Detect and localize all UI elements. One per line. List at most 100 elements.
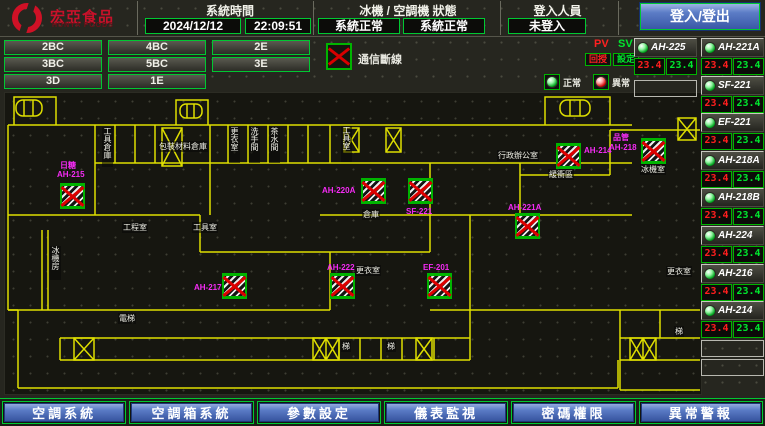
sv-value: 23.4 (666, 58, 697, 75)
nav-button-param-settings[interactable]: 參數設定 (259, 403, 379, 422)
device-label: AH-220A (322, 186, 355, 195)
nav-button-ac-system[interactable]: 空調系統 (4, 403, 124, 422)
device-row-ef-221[interactable]: EF-221 (701, 113, 764, 132)
sv-value: 23.4 (733, 208, 764, 225)
device-name: EF-221 (718, 117, 751, 128)
sv-value: 23.4 (733, 133, 764, 150)
sv-column-label: SV (618, 38, 633, 50)
system-time-label: 系統時間 (150, 2, 310, 19)
room-label: 工具室 (192, 222, 218, 233)
device-row-ah-218b[interactable]: AH-218B (701, 188, 764, 207)
floor-button-3e[interactable]: 3E (212, 57, 310, 72)
abnormal-legend-label: 異常 (612, 76, 630, 89)
pv-value: 23.4 (701, 171, 732, 188)
device-label: AH-222 (327, 263, 355, 272)
login-logout-button[interactable]: 登入/登出 (640, 3, 760, 30)
device-label: AH-218 (609, 143, 637, 152)
comm-loss-icon (326, 43, 352, 70)
pv-value: 23.4 (634, 58, 665, 75)
device-status-led (704, 42, 716, 54)
room-label: 梯 (341, 341, 351, 352)
device-row-ah-214[interactable]: AH-214 (701, 301, 764, 320)
room-label: 緩衝區 (548, 169, 574, 180)
floor-button-2e[interactable]: 2E (212, 40, 310, 55)
floor-button-4bc[interactable]: 4BC (108, 40, 206, 55)
room-label: 更衣室 (355, 265, 381, 276)
ahu-device-icon[interactable] (222, 273, 247, 299)
device-name: AH-216 (718, 268, 752, 279)
ahu-device-icon[interactable] (515, 213, 540, 239)
device-values: 23.4 23.4 (701, 321, 764, 338)
header-divider (618, 1, 619, 35)
device-label: SF-221 (406, 207, 432, 216)
device-label: 品管 (613, 132, 629, 143)
header-divider (313, 1, 314, 35)
ahu-device-icon[interactable] (361, 178, 386, 204)
device-values: 23.4 23.4 (701, 171, 764, 188)
chiller-status-value: 系統正常 (318, 18, 400, 34)
nav-cell: 參數設定 (257, 401, 381, 424)
room-label: 梯 (674, 326, 684, 337)
system-time-value: 22:09:51 (245, 18, 311, 34)
device-label: AH-214 (584, 146, 612, 155)
ahu-device-icon[interactable] (427, 273, 452, 299)
floor-button-3bc[interactable]: 3BC (4, 57, 102, 72)
device-status-led (704, 305, 716, 317)
device-status-led (704, 155, 716, 167)
sv-value: 23.4 (733, 96, 764, 113)
header-divider (137, 1, 138, 35)
nav-cell: 儀表監視 (384, 401, 508, 424)
empty-device-slot (634, 80, 697, 97)
pv-column-label: PV (594, 38, 609, 50)
empty-device-slot (701, 359, 764, 376)
floor-button-3d[interactable]: 3D (4, 74, 102, 89)
device-label: AH-221A (508, 203, 541, 212)
system-date-value: 2024/12/12 (145, 18, 241, 34)
room-label: 更衣室 (229, 127, 240, 163)
device-values: 23.4 23.4 (701, 96, 764, 113)
room-label: 洗手間 (249, 127, 260, 163)
ahu-device-icon[interactable] (60, 183, 85, 209)
empty-device-slot (701, 340, 764, 357)
device-values: 23.4 23.4 (701, 133, 764, 150)
nav-cell: 空調系統 (2, 401, 126, 424)
device-name: AH-214 (718, 305, 752, 316)
room-label: 行政辦公室 (497, 150, 539, 161)
bottom-nav-bar: 空調系統 空調箱系統 參數設定 儀表監視 密碼權限 異常警報 (0, 398, 765, 426)
device-name: AH-224 (718, 230, 752, 241)
header-bar: 宏亞食品 HUNYA FOODS 系統時間 2024/12/12 22:09:5… (0, 0, 765, 37)
floor-button-1e[interactable]: 1E (108, 74, 206, 89)
nav-button-meter-monitor[interactable]: 儀表監視 (386, 403, 506, 422)
device-values: 23.4 23.4 (701, 58, 764, 75)
device-status-led (637, 42, 649, 54)
ahu-device-icon[interactable] (641, 138, 666, 164)
ahu-device-icon[interactable] (408, 178, 433, 204)
device-row-ah-224[interactable]: AH-224 (701, 226, 764, 245)
nav-button-ahu-system[interactable]: 空調箱系統 (131, 403, 251, 422)
pv-value: 23.4 (701, 284, 732, 301)
device-row-ah-221a[interactable]: AH-221A (701, 38, 764, 57)
device-row-ah-216[interactable]: AH-216 (701, 264, 764, 283)
device-row-ah-218a[interactable]: AH-218A (701, 151, 764, 170)
floor-button-5bc[interactable]: 5BC (108, 57, 206, 72)
nav-cell: 空調箱系統 (129, 401, 253, 424)
room-label: 梯 (386, 341, 396, 352)
device-label: AH-215 (57, 170, 85, 179)
ahu-device-icon[interactable] (556, 143, 581, 169)
device-row-ah-225[interactable]: AH-225 (634, 38, 697, 57)
brand-subtitle: HUNYA FOODS (52, 22, 114, 29)
floor-button-2bc[interactable]: 2BC (4, 40, 102, 55)
header-divider (500, 1, 501, 35)
nav-button-alarm[interactable]: 異常警報 (641, 403, 761, 422)
room-label: 倉庫 (362, 209, 380, 220)
device-row-sf-221[interactable]: SF-221 (701, 76, 764, 95)
pv-value: 23.4 (701, 58, 732, 75)
device-label: AH-217 (194, 283, 222, 292)
room-label: 冰機房 (50, 246, 61, 280)
normal-legend-label: 正常 (563, 76, 581, 89)
room-label: 電梯 (118, 313, 136, 324)
comm-loss-label: 通信斷線 (358, 51, 402, 67)
sv-value: 23.4 (733, 246, 764, 263)
nav-button-password-auth[interactable]: 密碼權限 (513, 403, 633, 422)
ahu-device-icon[interactable] (330, 273, 355, 299)
